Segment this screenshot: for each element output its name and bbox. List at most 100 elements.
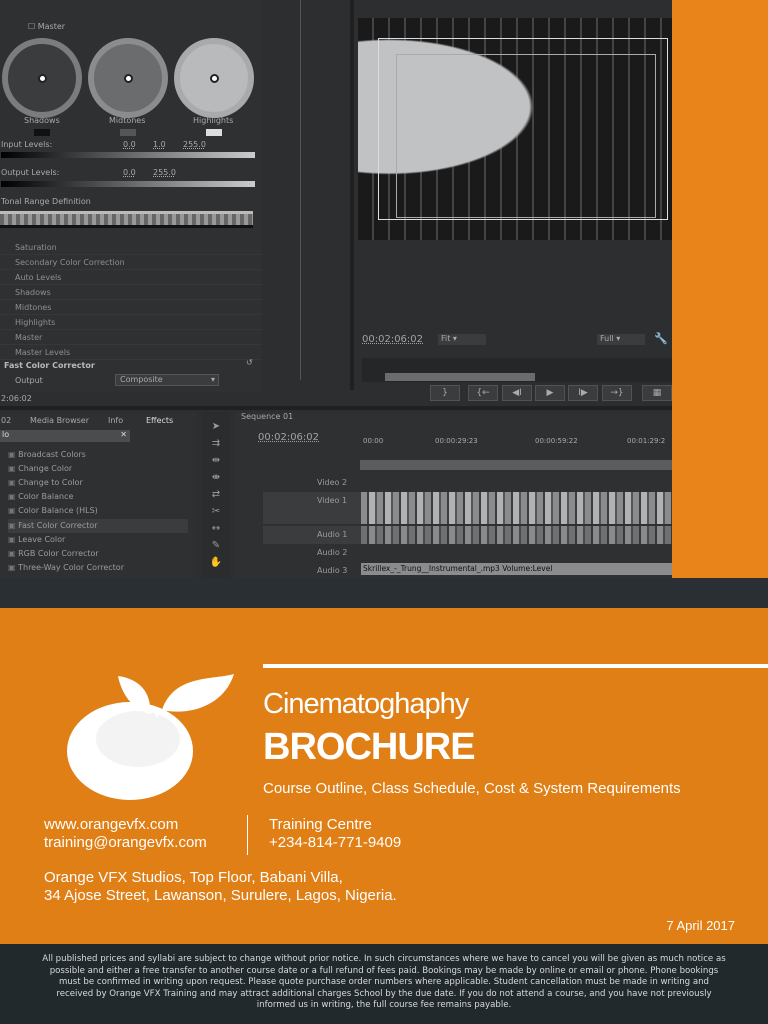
effect-item[interactable]: Color Balance bbox=[8, 490, 73, 504]
output-select[interactable]: Composite ▾ bbox=[115, 374, 219, 386]
tab-effects[interactable]: Effects bbox=[146, 416, 173, 425]
divider bbox=[300, 0, 301, 380]
input-black[interactable]: 0.0 bbox=[123, 140, 136, 149]
highlights-label: Highlights bbox=[193, 116, 234, 125]
rolling-edit-tool-icon[interactable]: ⇼ bbox=[202, 469, 230, 486]
effects-search-input[interactable]: lo ✕ bbox=[0, 430, 130, 442]
razor-tool-icon[interactable]: ✂ bbox=[202, 503, 230, 520]
dark-strip bbox=[0, 578, 768, 608]
effect-item[interactable]: Color Balance (HLS) bbox=[8, 504, 98, 518]
input-levels-label: Input Levels: bbox=[1, 140, 53, 149]
sequence-timecode[interactable]: 00:02:06:02 bbox=[258, 432, 319, 443]
section-shadows[interactable]: Shadows bbox=[0, 285, 262, 300]
tab-02[interactable]: 02 bbox=[1, 416, 11, 425]
mark-in-button[interactable]: } bbox=[430, 385, 460, 401]
orange-logo-icon bbox=[67, 674, 234, 800]
tab-info[interactable]: Info bbox=[108, 416, 123, 425]
section-auto-levels[interactable]: Auto Levels bbox=[0, 270, 262, 285]
effect-name[interactable]: Fast Color Corrector bbox=[4, 361, 95, 370]
track-audio-1[interactable]: Audio 1 bbox=[263, 526, 361, 544]
track-audio-2[interactable]: Audio 2 bbox=[263, 544, 361, 562]
address-line-1: Orange VFX Studios, Top Floor, Babani Vi… bbox=[44, 869, 343, 886]
section-highlights[interactable]: Highlights bbox=[0, 315, 262, 330]
section-midtones[interactable]: Midtones bbox=[0, 300, 262, 315]
tab-sequence[interactable]: Sequence 01 bbox=[241, 412, 293, 421]
website-link[interactable]: www.orangevfx.com bbox=[44, 816, 178, 833]
effect-item[interactable]: RGB Color Corrector bbox=[8, 547, 99, 561]
export-frame-button[interactable]: ▦ bbox=[642, 385, 672, 401]
effect-item[interactable]: Broadcast Colors bbox=[8, 448, 86, 462]
track-audio-3[interactable]: Audio 3 bbox=[263, 562, 361, 578]
input-white[interactable]: 255.0 bbox=[183, 140, 206, 149]
ruler-label: 00:01:29:2 bbox=[627, 437, 666, 445]
midtones-wheel[interactable] bbox=[88, 38, 168, 118]
quality-value: Full bbox=[600, 334, 614, 343]
ruler-label: 00:00:59:22 bbox=[535, 437, 578, 445]
brochure-cover: Cinematoghaphy BROCHURE Course Outline, … bbox=[0, 608, 768, 944]
output-white[interactable]: 255.0 bbox=[153, 168, 176, 177]
track-select-tool-icon[interactable]: ⇉ bbox=[202, 435, 230, 452]
brochure-title: Cinematoghaphy bbox=[263, 688, 469, 720]
step-forward-button[interactable]: I▶ bbox=[568, 385, 598, 401]
shadows-wheel[interactable] bbox=[2, 38, 82, 118]
highlights-swatch[interactable] bbox=[206, 129, 222, 136]
brochure-heading: BROCHURE bbox=[263, 726, 476, 768]
monitor-timecode[interactable]: 00:02:06:02 bbox=[362, 334, 423, 345]
go-to-in-button[interactable]: {← bbox=[468, 385, 498, 401]
master-checkbox[interactable]: ☐ Master bbox=[28, 22, 65, 31]
section-master-levels[interactable]: Master Levels bbox=[0, 345, 262, 360]
reset-icon[interactable]: ↺ bbox=[246, 358, 253, 367]
effect-item[interactable]: Leave Color bbox=[8, 533, 65, 547]
track-video-1[interactable]: Video 1 bbox=[263, 492, 361, 524]
midtones-label: Midtones bbox=[109, 116, 146, 125]
clear-icon[interactable]: ✕ bbox=[120, 430, 130, 439]
highlights-wheel[interactable] bbox=[174, 38, 254, 118]
quality-select[interactable]: Full ▾ bbox=[597, 334, 645, 345]
tonal-range-label: Tonal Range Definition bbox=[1, 197, 91, 206]
section-secondary[interactable]: Secondary Color Correction bbox=[0, 255, 262, 270]
timeline-ruler[interactable] bbox=[360, 460, 672, 470]
effect-item[interactable]: Change to Color bbox=[8, 476, 83, 490]
brochure-date: 7 April 2017 bbox=[666, 918, 735, 933]
effect-item[interactable]: Change Color bbox=[8, 462, 72, 476]
effect-item[interactable]: Three-Way Color Corrector bbox=[8, 561, 124, 575]
audio-clips[interactable] bbox=[361, 526, 672, 544]
input-levels-slider[interactable] bbox=[1, 152, 255, 158]
output-black[interactable]: 0.0 bbox=[123, 168, 136, 177]
selection-tool-icon[interactable]: ➤ bbox=[202, 418, 230, 435]
tonal-range-slider[interactable] bbox=[0, 211, 253, 228]
ripple-edit-tool-icon[interactable]: ⇹ bbox=[202, 452, 230, 469]
hand-tool-icon[interactable]: ✋ bbox=[202, 554, 230, 571]
disclaimer-text: All published prices and syllabi are sub… bbox=[42, 954, 726, 1011]
ruler-label: 00:00:29:23 bbox=[435, 437, 478, 445]
contact-divider bbox=[247, 815, 248, 855]
effects-panel: 02 Media Browser Info Effects lo ✕ Broadc… bbox=[0, 412, 196, 578]
disclaimer-footer: All published prices and syllabi are sub… bbox=[0, 944, 768, 1024]
output-levels-slider[interactable] bbox=[1, 181, 255, 187]
section-master[interactable]: Master bbox=[0, 330, 262, 345]
rate-stretch-tool-icon[interactable]: ⇄ bbox=[202, 486, 230, 503]
section-saturation[interactable]: Saturation bbox=[0, 240, 262, 255]
midtones-swatch[interactable] bbox=[120, 129, 136, 136]
effect-controls-timecode: 2:06:02 bbox=[1, 394, 32, 403]
monitor-scroll[interactable] bbox=[385, 373, 535, 381]
step-back-button[interactable]: ◀I bbox=[502, 385, 532, 401]
video-clips[interactable] bbox=[361, 492, 672, 524]
pen-tool-icon[interactable]: ✎ bbox=[202, 537, 230, 554]
track-video-2[interactable]: Video 2 bbox=[263, 474, 361, 492]
tab-media-browser[interactable]: Media Browser bbox=[30, 416, 89, 425]
panel-divider[interactable] bbox=[350, 0, 354, 390]
zoom-select[interactable]: Fit ▾ bbox=[438, 334, 486, 345]
input-gamma[interactable]: 1.0 bbox=[153, 140, 166, 149]
chevron-down-icon: ▾ bbox=[210, 375, 215, 384]
address-line-2: 34 Ajose Street, Lawanson, Surulere, Lag… bbox=[44, 887, 397, 904]
play-button[interactable]: ▶ bbox=[535, 385, 565, 401]
email-link[interactable]: training@orangevfx.com bbox=[44, 834, 207, 851]
editor-screenshot: ☐ Master Shadows Midtones Highlights Inp… bbox=[0, 0, 672, 578]
wrench-icon[interactable]: 🔧 bbox=[654, 332, 668, 345]
slip-tool-icon[interactable]: ↔ bbox=[202, 520, 230, 537]
audio-clip-skrillex[interactable]: Skrillex_-_Trung__Instrumental_.mp3 Volu… bbox=[361, 563, 672, 575]
effect-item-selected[interactable]: Fast Color Corrector bbox=[8, 519, 188, 533]
shadows-swatch[interactable] bbox=[34, 129, 50, 136]
go-to-out-button[interactable]: →} bbox=[602, 385, 632, 401]
